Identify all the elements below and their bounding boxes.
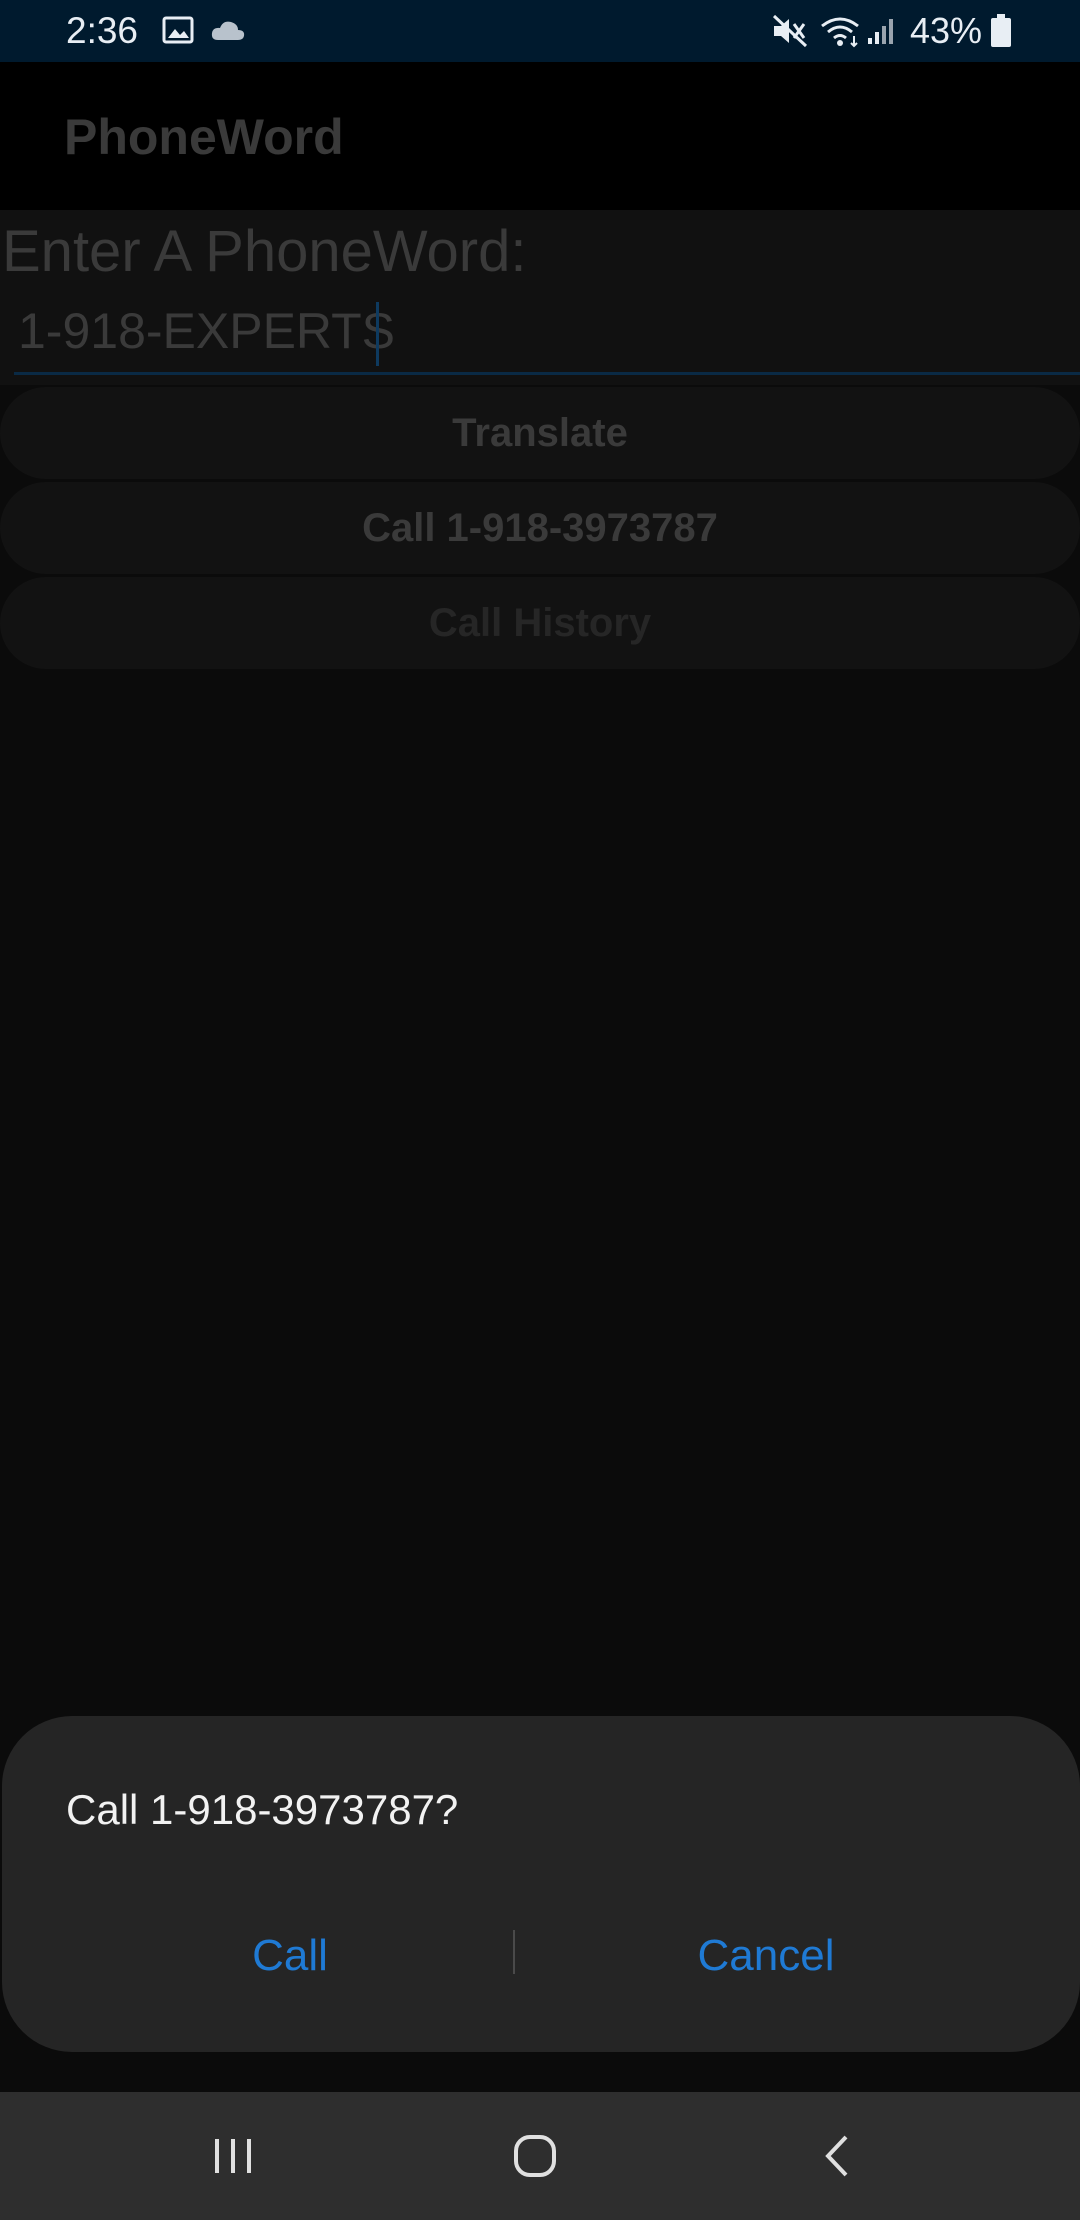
phoneword-input-value: 1-918-EXPERTS — [18, 303, 396, 359]
dialog-button-divider — [513, 1930, 515, 1974]
image-icon — [162, 14, 194, 51]
prompt-area: Enter A PhoneWord: 1-918-EXPERTS — [0, 210, 1080, 385]
dialog-call-button[interactable]: Call — [90, 1916, 490, 1996]
dialog-cancel-button[interactable]: Cancel — [566, 1916, 966, 1996]
cloud-icon — [210, 18, 246, 47]
call-confirm-dialog: Call 1-918-3973787? Call Cancel — [2, 1716, 1080, 2052]
battery-icon — [990, 14, 1012, 53]
call-button[interactable]: Call 1-918-3973787 — [0, 482, 1080, 574]
translate-button[interactable]: Translate — [0, 387, 1080, 479]
back-icon[interactable] — [787, 2116, 887, 2196]
mute-icon — [772, 14, 808, 53]
call-history-button[interactable]: Call History — [0, 577, 1080, 669]
home-icon[interactable] — [485, 2116, 585, 2196]
text-caret — [376, 302, 379, 366]
phoneword-input[interactable]: 1-918-EXPERTS — [14, 300, 1080, 375]
dialog-message: Call 1-918-3973787? — [66, 1786, 459, 1833]
app-title: PhoneWord — [64, 109, 344, 165]
navigation-bar — [0, 2092, 1080, 2220]
status-bar: 2:36 43% — [0, 0, 1080, 62]
prompt-label: Enter A PhoneWord: — [2, 219, 527, 284]
toolbar: PhoneWord — [0, 62, 1080, 210]
battery-percent: 43% — [910, 10, 983, 51]
wifi-icon — [818, 14, 862, 53]
status-time: 2:36 — [66, 10, 139, 51]
recents-icon[interactable] — [183, 2116, 283, 2196]
signal-icon — [866, 16, 898, 51]
